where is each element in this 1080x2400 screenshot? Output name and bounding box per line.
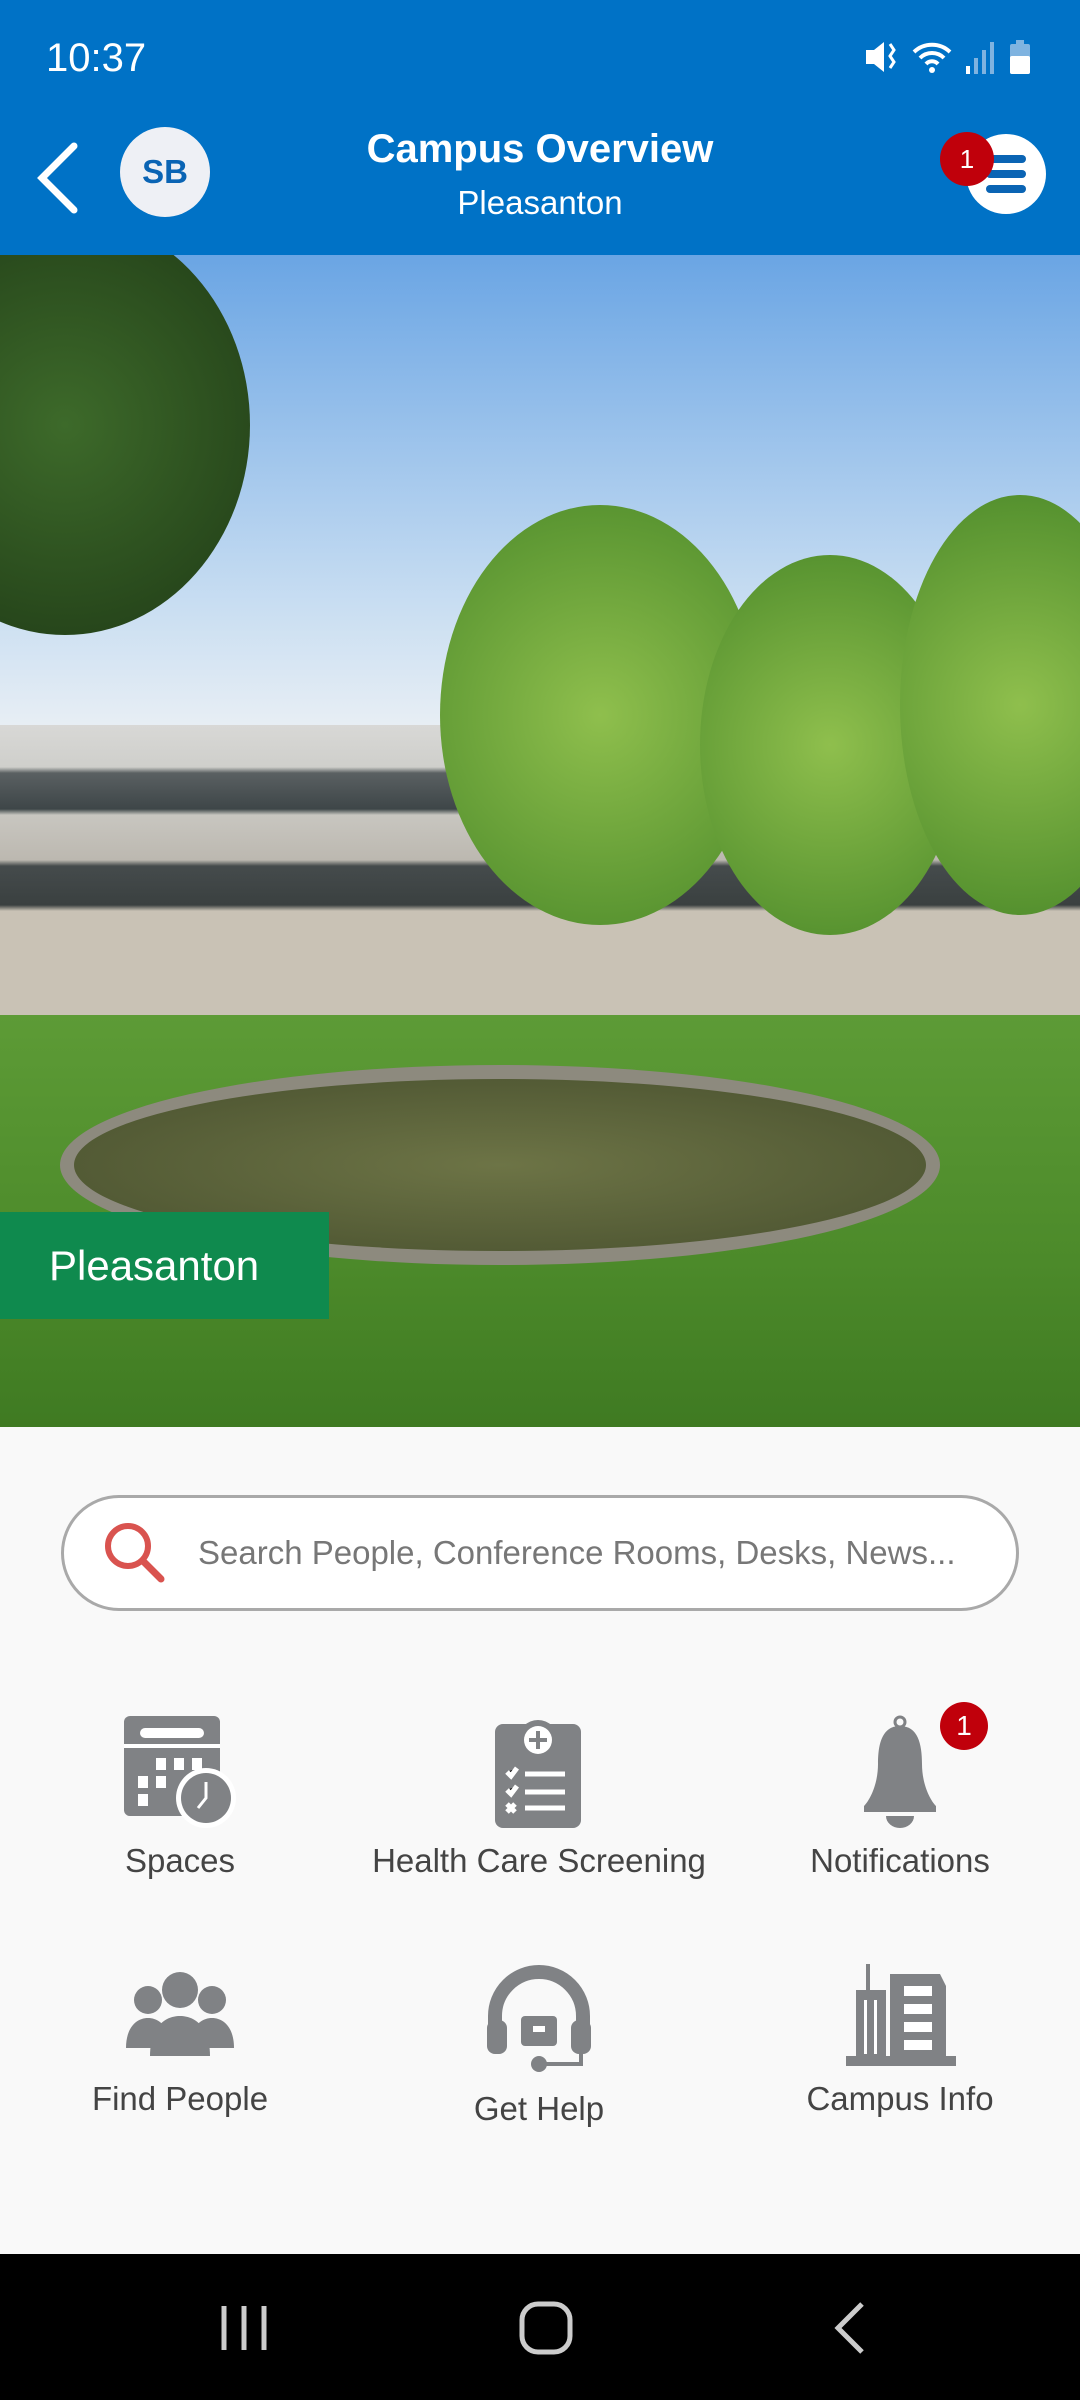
recent-apps-button[interactable] [218,2302,270,2354]
system-back-button[interactable] [830,2300,870,2356]
wifi-icon [912,42,952,73]
menu-badge: 1 [940,132,994,186]
building-icon [846,1964,956,2066]
page-title: Campus Overview [366,127,714,171]
tile-label: Find People [91,2080,269,2117]
status-bar: 10:37 [0,0,1080,120]
notifications-badge: 1 [940,1702,988,1750]
system-nav-bar [0,2254,1080,2400]
calendar-clock-icon [124,1716,236,1828]
campus-photo: Pleasanton [0,255,1080,1427]
mute-icon [866,42,896,72]
search-icon [105,1523,165,1583]
people-group-icon [126,1972,234,2056]
search-placeholder: Search People, Conference Rooms, Desks, … [198,1534,956,1571]
location-label: Pleasanton [0,1212,329,1319]
tile-label: Health Care Screening [372,1842,706,1879]
clipboard-checklist-icon [495,1720,581,1828]
signal-icon [966,42,994,74]
tile-find-people[interactable]: Find People [0,1960,360,2118]
tile-label: Campus Info [806,2080,994,2117]
status-icons [864,40,1030,74]
search-input[interactable]: Search People, Conference Rooms, Desks, … [61,1495,1019,1611]
tile-campus-info[interactable]: Campus Info [720,1960,1080,2118]
page-subtitle: Pleasanton [457,184,623,221]
status-time: 10:37 [46,36,147,80]
app-header: SB Campus Overview Pleasanton 1 [0,120,1080,255]
tile-label: Get Help [473,2090,605,2127]
headset-icon [487,1965,591,2072]
tile-label: Spaces [124,1842,236,1879]
tile-spaces[interactable]: Spaces [0,1712,360,1880]
home-button[interactable] [518,2300,574,2356]
tile-get-help[interactable]: Get Help [359,1960,719,2128]
tile-notifications[interactable]: Notifications [720,1712,1080,1880]
tile-label: Notifications [810,1842,990,1879]
tile-health-care-screening[interactable]: Health Care Screening [359,1712,719,1880]
battery-icon [1010,40,1030,74]
